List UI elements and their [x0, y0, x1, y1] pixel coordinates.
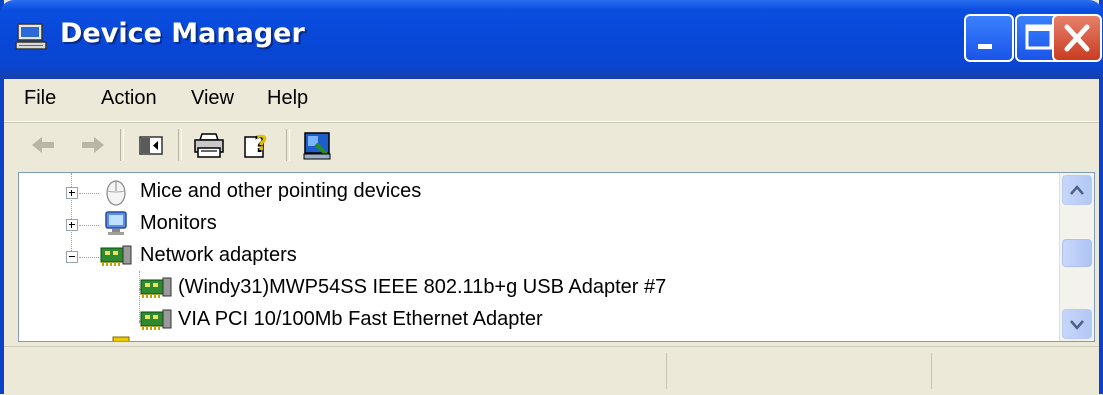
- close-button[interactable]: [1052, 14, 1102, 62]
- expand-icon[interactable]: [66, 219, 78, 231]
- menu-file[interactable]: File: [24, 87, 56, 110]
- title-bar[interactable]: Device Manager: [0, 0, 1103, 79]
- network-card-icon: [140, 277, 172, 298]
- tree-connector: [79, 225, 99, 227]
- network-card-icon: [100, 245, 132, 266]
- help-icon[interactable]: ? ?: [240, 128, 274, 162]
- scroll-thumb[interactable]: [1062, 239, 1092, 267]
- minimize-button[interactable]: [964, 14, 1014, 62]
- toolbar-separator: [120, 129, 124, 161]
- show-hide-console-tree-icon[interactable]: [134, 128, 168, 162]
- close-icon: [1064, 24, 1090, 52]
- scan-hardware-changes-icon[interactable]: [300, 128, 334, 162]
- partial-device-icon: [112, 336, 130, 341]
- minimize-icon: [978, 44, 992, 49]
- monitor-icon: [105, 211, 127, 235]
- window-title: Device Manager: [60, 18, 305, 49]
- scroll-up-button[interactable]: [1062, 175, 1092, 205]
- toolbar: ? ?: [4, 122, 1099, 169]
- scroll-down-button[interactable]: [1062, 309, 1092, 339]
- tree-item-label: (Windy31)MWP54SS IEEE 802.11b+g USB Adap…: [178, 276, 667, 298]
- status-panel-main: [4, 353, 666, 389]
- forward-arrow-icon[interactable]: [76, 128, 110, 162]
- tree-item-label: Mice and other pointing devices: [140, 180, 422, 202]
- tree-item-monitors[interactable]: Monitors: [19, 209, 1059, 239]
- status-bar: [4, 346, 1099, 395]
- tree-item-label: Monitors: [140, 212, 217, 234]
- menu-action[interactable]: Action: [101, 87, 157, 110]
- collapse-icon[interactable]: [66, 251, 78, 263]
- tree-item-mice[interactable]: Mice and other pointing devices: [19, 177, 1059, 207]
- tree-item-ethernet-adapter[interactable]: VIA PCI 10/100Mb Fast Ethernet Adapter: [19, 305, 1059, 335]
- menu-view[interactable]: View: [191, 87, 234, 110]
- menu-bar: File Action View Help: [4, 79, 1099, 122]
- expand-icon[interactable]: [66, 187, 78, 199]
- status-panel-2: [666, 353, 931, 389]
- device-tree[interactable]: Mice and other pointing devices Monitors: [18, 172, 1095, 342]
- toolbar-separator: [178, 129, 182, 161]
- chevron-down-icon: [1070, 320, 1084, 330]
- menu-help[interactable]: Help: [267, 87, 308, 110]
- tree-item-label: VIA PCI 10/100Mb Fast Ethernet Adapter: [178, 308, 543, 330]
- mouse-icon: [106, 180, 126, 206]
- network-card-icon: [140, 309, 172, 330]
- svg-text:?: ?: [256, 131, 268, 155]
- print-icon[interactable]: [192, 128, 226, 162]
- toolbar-separator: [286, 129, 290, 161]
- device-manager-window: Device Manager File Action View Help ? ?…: [0, 0, 1103, 395]
- tree-item-wireless-adapter[interactable]: (Windy31)MWP54SS IEEE 802.11b+g USB Adap…: [19, 273, 1059, 303]
- tree-item-network-adapters[interactable]: Network adapters: [19, 241, 1059, 271]
- tree-connector: [79, 193, 99, 195]
- status-panel-3: [931, 353, 1099, 389]
- chevron-up-icon: [1070, 185, 1084, 195]
- tree-connector: [79, 257, 99, 259]
- computer-icon: [15, 23, 47, 50]
- vertical-scrollbar[interactable]: [1059, 173, 1094, 341]
- back-arrow-icon[interactable]: [26, 128, 60, 162]
- tree-item-label: Network adapters: [140, 244, 297, 266]
